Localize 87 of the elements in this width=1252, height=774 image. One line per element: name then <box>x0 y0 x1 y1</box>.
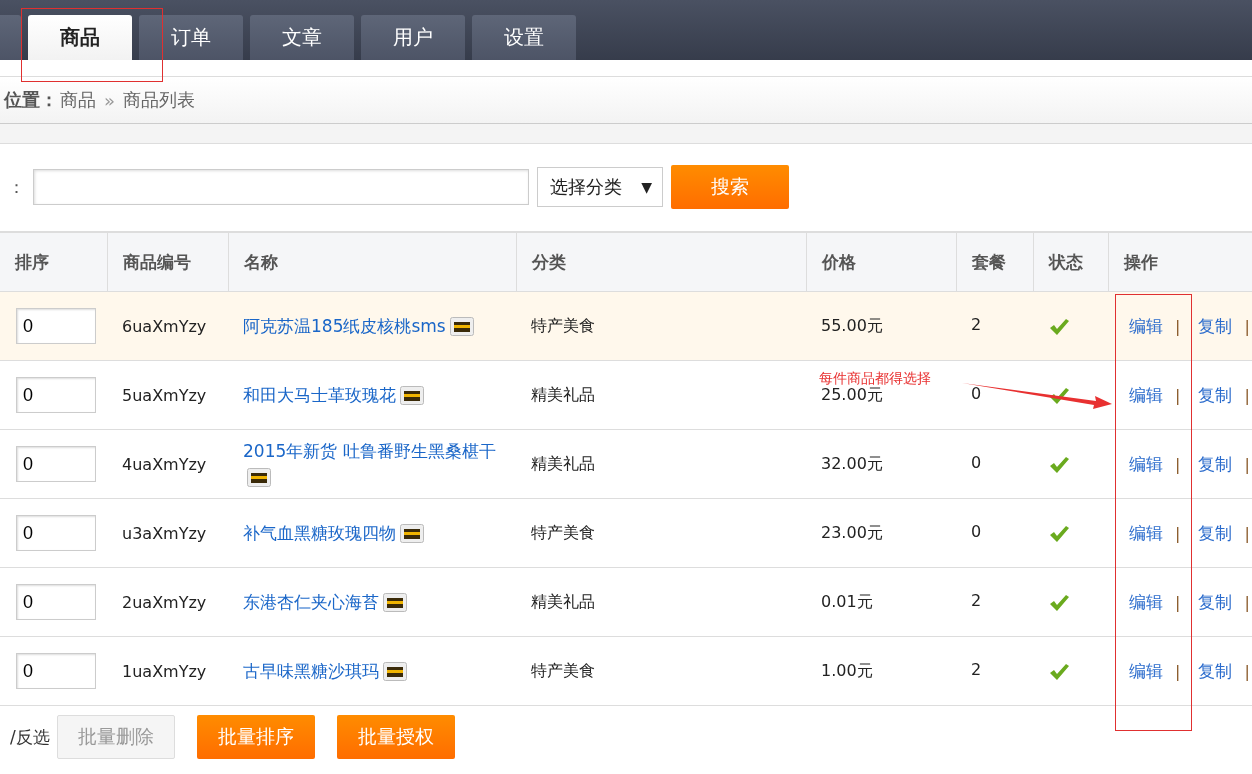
order-field[interactable]: 0 <box>16 584 96 620</box>
product-code: 5uaXmYzy <box>122 385 207 405</box>
action-separator: | <box>1244 592 1250 612</box>
category-text: 特产美食 <box>531 522 595 542</box>
action-separator: | <box>1175 592 1181 612</box>
package-count: 0 <box>971 383 982 403</box>
action-link[interactable]: 复制 <box>1198 660 1233 681</box>
column-header: 分类 <box>516 232 806 292</box>
order-field[interactable]: 0 <box>16 515 96 551</box>
nav-tab[interactable]: 文章 <box>250 15 354 60</box>
action-link[interactable]: 复制 <box>1198 315 1233 336</box>
category-text: 特产美食 <box>531 315 595 335</box>
action-separator: | <box>1244 523 1250 543</box>
product-name-link[interactable]: 东港杏仁夹心海苔 <box>243 592 407 612</box>
action-link[interactable]: 编辑 <box>1129 315 1163 336</box>
price-text: 55.00元 <box>821 315 883 335</box>
action-separator: | <box>1244 316 1250 336</box>
product-name-link[interactable]: 和田大马士革玫瑰花 <box>243 385 424 405</box>
price-text: 1.00元 <box>821 660 873 680</box>
price-text: 23.00元 <box>821 522 883 542</box>
breadcrumb-link[interactable]: 商品列表 <box>123 88 195 112</box>
nav-tab[interactable]: 设置 <box>472 15 576 60</box>
product-name-link[interactable]: 2015年新货 吐鲁番野生黑桑椹干 <box>243 441 496 487</box>
column-header: 价格 <box>806 232 956 292</box>
action-separator: | <box>1175 454 1181 474</box>
action-link[interactable]: 编辑 <box>1129 660 1163 681</box>
breadcrumb-label: 位置： <box>4 88 58 112</box>
select-toggle-label[interactable]: /反选 <box>10 725 50 749</box>
action-link[interactable]: 复制 <box>1198 591 1233 612</box>
column-header: 操作 <box>1108 232 1252 292</box>
search-label: ： <box>8 175 25 199</box>
breadcrumb-separator: » <box>104 89 115 111</box>
action-link[interactable]: 复制 <box>1198 453 1233 474</box>
image-icon[interactable] <box>400 386 424 405</box>
image-icon[interactable] <box>449 317 474 336</box>
breadcrumb-link[interactable]: 商品 <box>60 88 96 112</box>
package-count: 0 <box>971 521 982 541</box>
action-separator: | <box>1175 661 1181 681</box>
action-separator: | <box>1175 385 1181 405</box>
price-text: 32.00元 <box>821 453 883 473</box>
product-code: 6uaXmYzy <box>122 316 207 336</box>
action-separator: | <box>1244 385 1250 405</box>
action-link[interactable]: 复制 <box>1198 384 1233 405</box>
category-text: 精美礼品 <box>531 453 595 473</box>
category-text: 精美礼品 <box>531 384 595 404</box>
action-separator: | <box>1175 316 1181 336</box>
price-text: 0.01元 <box>821 591 873 611</box>
image-icon[interactable] <box>383 662 407 681</box>
action-link[interactable]: 编辑 <box>1129 453 1163 474</box>
category-text: 精美礼品 <box>531 591 595 611</box>
product-code: 1uaXmYzy <box>122 661 207 681</box>
action-separator: | <box>1244 454 1250 474</box>
action-link[interactable]: 编辑 <box>1129 522 1163 543</box>
column-header: 套餐 <box>956 232 1033 292</box>
nav-tab[interactable]: 商品 <box>28 15 132 60</box>
nav-tab[interactable]: 用户 <box>361 15 465 60</box>
product-code: 2uaXmYzy <box>122 592 207 612</box>
package-count: 0 <box>971 452 982 472</box>
order-field[interactable]: 0 <box>16 446 96 482</box>
image-icon[interactable] <box>247 468 271 487</box>
image-icon[interactable] <box>400 524 424 543</box>
package-count: 2 <box>971 590 982 610</box>
column-header: 商品编号 <box>107 232 228 292</box>
price-text: 25.00元 <box>821 384 883 404</box>
action-link[interactable]: 编辑 <box>1129 384 1163 405</box>
column-header: 状态 <box>1033 232 1108 292</box>
column-header: 排序 <box>0 232 107 292</box>
product-code: u3aXmYzy <box>122 523 207 543</box>
package-count: 2 <box>971 659 982 679</box>
image-icon[interactable] <box>383 593 407 612</box>
product-code: 4uaXmYzy <box>122 454 207 474</box>
package-count: 2 <box>971 314 982 334</box>
category-select[interactable]: 选择分类 ▼ <box>537 167 663 207</box>
annotation-note: 每件商品都得选择 <box>819 370 931 387</box>
action-separator: | <box>1244 661 1250 681</box>
category-text: 特产美食 <box>531 660 595 680</box>
product-name-link[interactable]: 古早味黑糖沙琪玛 <box>243 661 407 681</box>
order-field[interactable]: 0 <box>16 653 96 689</box>
order-field[interactable]: 0 <box>16 377 96 413</box>
action-separator: | <box>1175 523 1181 543</box>
nav-tab[interactable]: 订单 <box>139 15 243 60</box>
action-link[interactable]: 编辑 <box>1129 591 1163 612</box>
action-link[interactable]: 复制 <box>1198 522 1233 543</box>
search-field[interactable] <box>33 169 529 205</box>
order-field[interactable]: 0 <box>16 308 96 344</box>
product-name-link[interactable]: 补气血黑糖玫瑰四物 <box>243 523 424 543</box>
column-header: 名称 <box>228 232 516 292</box>
